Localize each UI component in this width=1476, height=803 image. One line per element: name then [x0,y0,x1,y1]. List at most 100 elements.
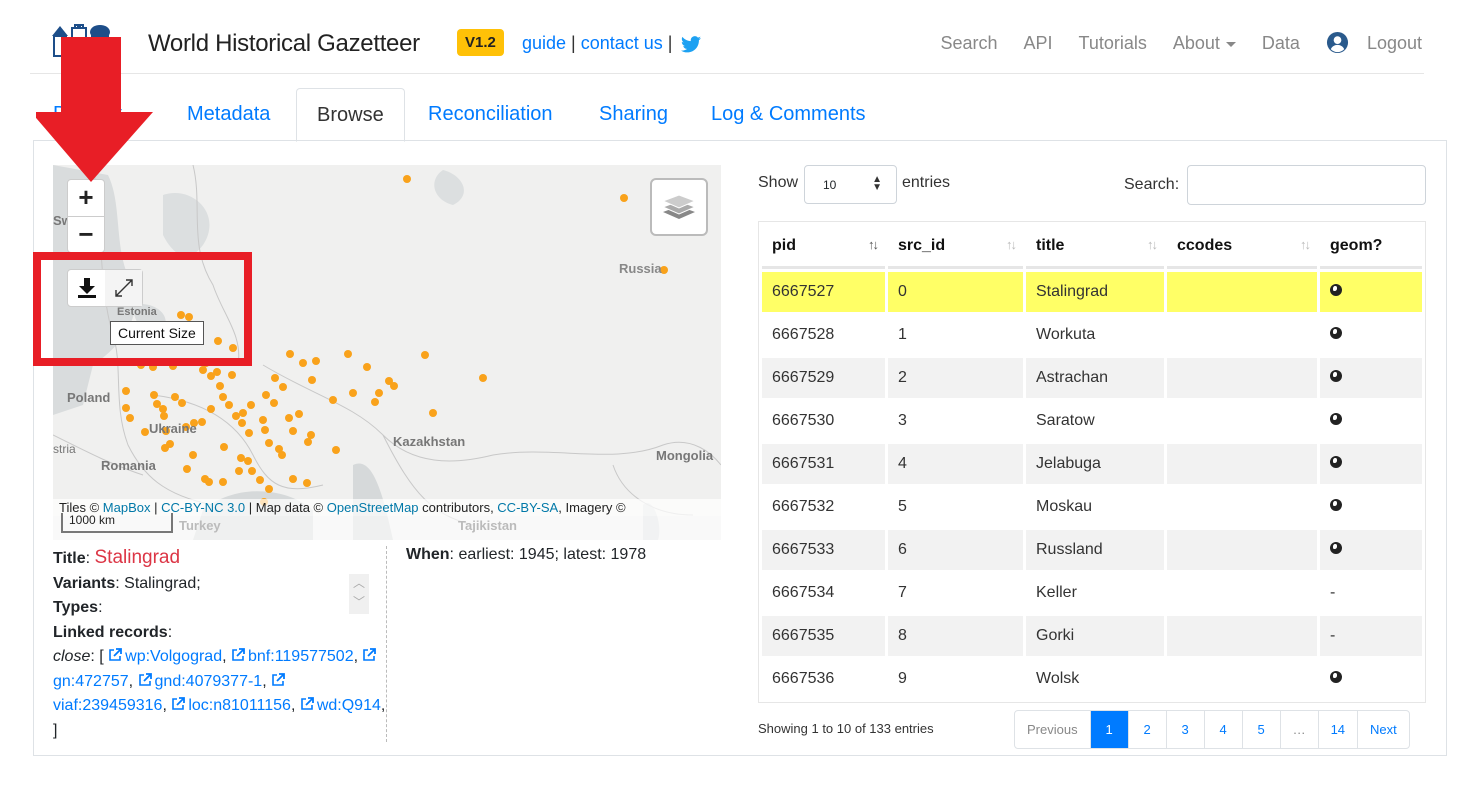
place-point[interactable] [169,362,177,370]
place-point[interactable] [229,344,237,352]
place-point[interactable] [238,419,246,427]
linked-record-link[interactable]: loc:n81011156 [171,697,291,714]
place-point[interactable] [207,405,215,413]
place-point[interactable] [479,374,487,382]
place-point[interactable] [232,412,240,420]
place-point[interactable] [299,359,307,367]
place-point[interactable] [141,428,149,436]
place-point[interactable] [304,438,312,446]
cc-by-sa-link[interactable]: CC-BY-SA [497,500,558,515]
linked-record-link[interactable]: wd:Q914 [300,697,381,714]
user-profile[interactable] [1326,32,1349,54]
place-point[interactable] [312,357,320,365]
place-point[interactable] [371,398,379,406]
place-point[interactable] [429,409,437,417]
place-point[interactable] [620,194,628,202]
table-row[interactable]: 6667527 0 Stalingrad [762,272,1422,312]
place-point[interactable] [219,478,227,486]
place-point[interactable] [332,446,340,454]
page-length-select[interactable]: 10 ▲ ▼ [804,165,897,204]
place-point[interactable] [349,389,357,397]
tab-dataset[interactable]: Dataset [33,88,142,141]
place-point[interactable] [228,371,236,379]
nav-about-dropdown[interactable]: About [1173,33,1236,54]
place-point[interactable] [271,374,279,382]
place-point[interactable] [390,382,398,390]
table-row[interactable]: 6667536 9 Wolsk [762,659,1422,699]
place-point[interactable] [137,361,145,369]
page-button[interactable]: 2 [1127,711,1166,748]
place-point[interactable] [185,358,193,366]
zoom-out-button[interactable]: − [68,216,104,252]
place-point[interactable] [285,414,293,422]
place-point[interactable] [160,412,168,420]
tab-log-comments[interactable]: Log & Comments [691,88,886,141]
tab-metadata[interactable]: Metadata [167,88,290,141]
place-point[interactable] [171,393,179,401]
place-point[interactable] [363,363,371,371]
place-point[interactable] [303,479,311,487]
place-point[interactable] [216,382,224,390]
place-point[interactable] [245,429,253,437]
table-row[interactable]: 6667531 4 Jelabuga [762,444,1422,484]
scroll-down-icon[interactable]: ﹀ [349,593,369,612]
place-point[interactable] [256,476,264,484]
place-point[interactable] [262,391,270,399]
col-header-title[interactable]: title ↑↓ [1026,225,1164,269]
table-row[interactable]: 6667532 5 Moskau [762,487,1422,527]
place-point[interactable] [126,414,134,422]
linked-record-link[interactable]: wp:Volgograd [108,648,222,665]
place-point[interactable] [202,359,210,367]
variants-scrollbar[interactable]: ︿ ﹀ [349,574,369,614]
place-point[interactable] [159,405,167,413]
place-point[interactable] [244,457,252,465]
twitter-icon[interactable] [681,35,702,53]
place-point[interactable] [261,426,269,434]
table-row[interactable]: 6667533 6 Russland [762,530,1422,570]
place-point[interactable] [248,467,256,475]
place-point[interactable] [259,416,267,424]
place-point[interactable] [189,451,197,459]
place-point[interactable] [213,368,221,376]
place-point[interactable] [247,401,255,409]
download-button[interactable] [68,270,105,306]
place-point[interactable] [239,409,247,417]
place-point[interactable] [421,351,429,359]
place-point[interactable] [161,444,169,452]
page-button[interactable]: 5 [1241,711,1280,748]
place-point[interactable] [289,427,297,435]
nav-tutorials[interactable]: Tutorials [1079,33,1147,54]
place-point[interactable] [265,485,273,493]
layer-switcher-button[interactable] [650,178,708,236]
gazetteer-logo-icon[interactable] [50,22,116,58]
place-point[interactable] [295,410,303,418]
place-point[interactable] [225,401,233,409]
place-point[interactable] [235,467,243,475]
place-point[interactable] [219,393,227,401]
place-point[interactable] [270,399,278,407]
place-point[interactable] [307,431,315,439]
place-point[interactable] [183,465,191,473]
page-button[interactable]: 4 [1203,711,1242,748]
place-point[interactable] [122,387,130,395]
nav-logout[interactable]: Logout [1367,33,1422,54]
contact-link[interactable]: contact us [581,33,663,53]
page-button[interactable]: 14 [1317,711,1357,748]
place-point[interactable] [279,383,287,391]
table-row[interactable]: 6667528 1 Workuta [762,315,1422,355]
place-point[interactable] [199,366,207,374]
next-button[interactable]: Next [1357,711,1409,748]
table-row[interactable]: 6667534 7 Keller - [762,573,1422,613]
place-point[interactable] [149,363,157,371]
place-point[interactable] [205,478,213,486]
place-point[interactable] [237,454,245,462]
brand-title[interactable]: World Historical Gazetteer [148,30,420,58]
fullscreen-button[interactable] [105,270,142,306]
tab-reconciliation[interactable]: Reconciliation [408,88,573,141]
place-point[interactable] [122,404,130,412]
page-button[interactable]: 3 [1165,711,1204,748]
col-header-src-id[interactable]: src_id ↑↓ [888,225,1023,269]
place-point[interactable] [265,439,273,447]
table-row[interactable]: 6667535 8 Gorki - [762,616,1422,656]
search-input[interactable] [1187,165,1426,205]
